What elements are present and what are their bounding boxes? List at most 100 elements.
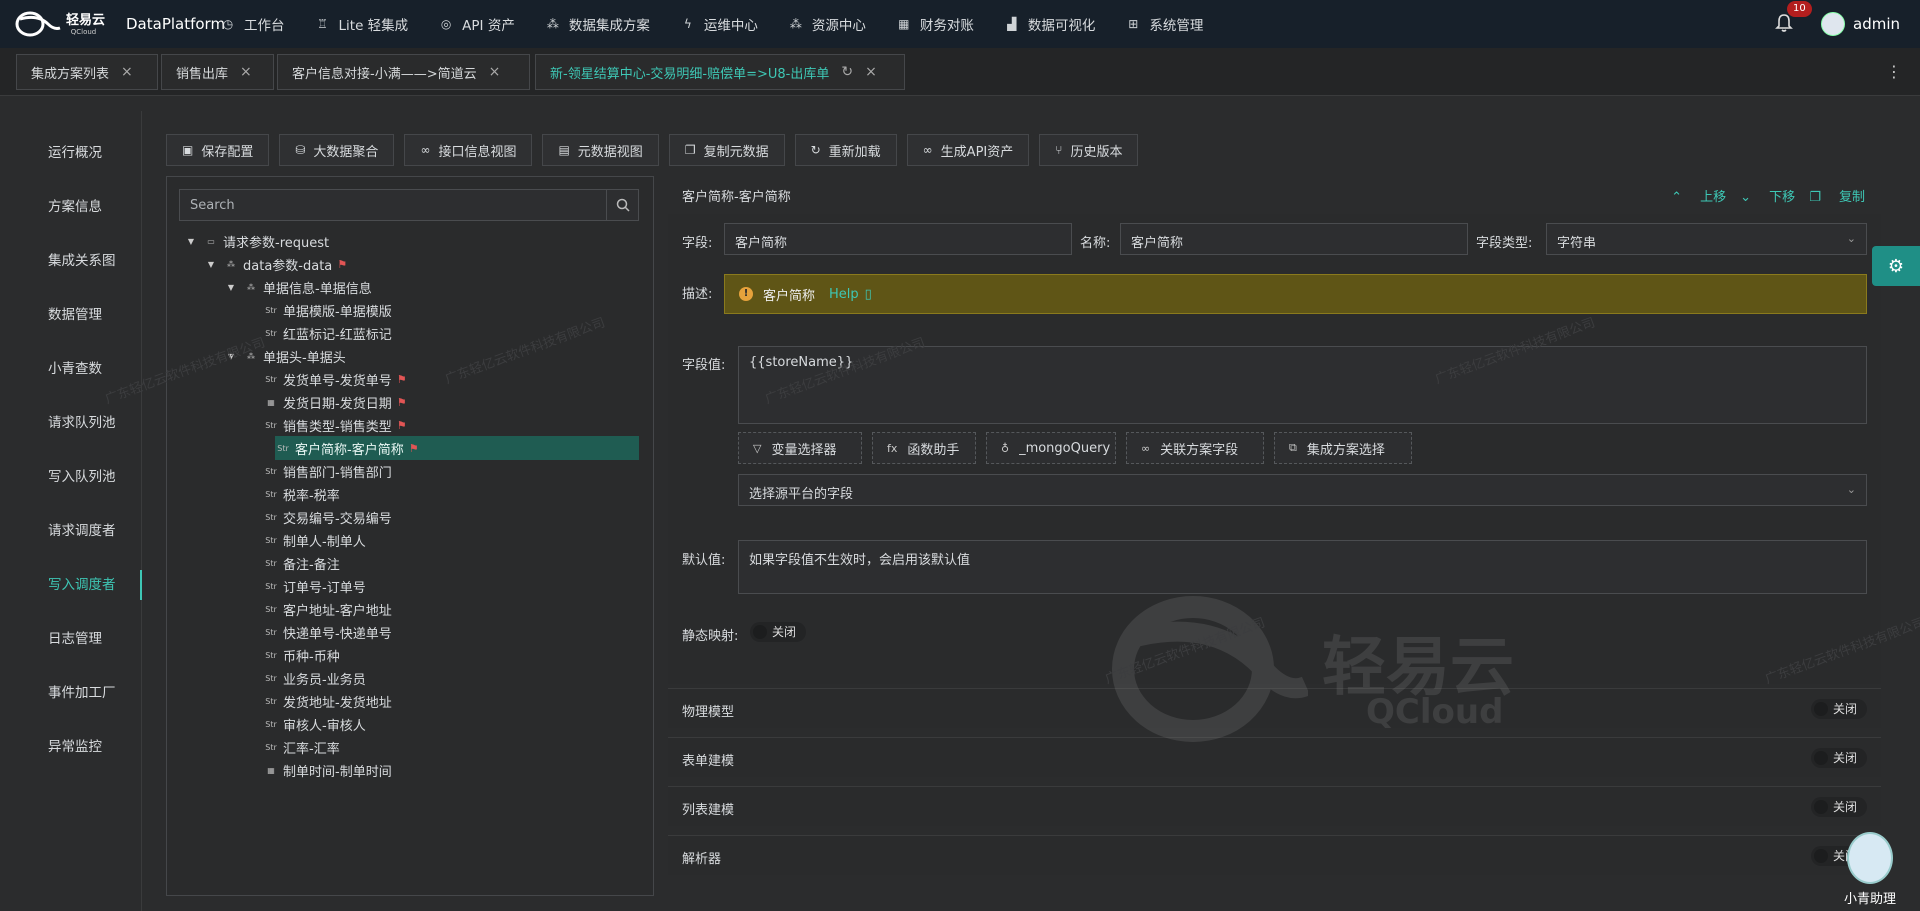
field-input[interactable]: 客户简称 <box>724 223 1072 255</box>
refresh-icon[interactable]: ↻ <box>841 64 853 80</box>
bulb-icon: ♁ <box>1001 441 1010 455</box>
sidebar-item-data-management[interactable]: 数据管理 <box>0 300 142 330</box>
tree-node[interactable]: ▼ ▭ 请求参数-request <box>185 229 329 253</box>
tab-solution-list[interactable]: 集成方案列表 × <box>16 54 158 90</box>
tree-node[interactable]: Str 汇率-汇率 <box>263 735 339 759</box>
sidebar-item-solution-info[interactable]: 方案信息 <box>0 192 142 222</box>
tree-node[interactable]: Str 税率-税率 <box>263 482 339 506</box>
nav-item-workbench[interactable]: ◷ 工作台 <box>221 14 285 34</box>
nav-item-integration[interactable]: ⁂ 数据集成方案 <box>546 14 650 34</box>
sidebar-item-overview[interactable]: 运行概况 <box>0 138 142 168</box>
tree-node[interactable]: Str 快递单号-快递单号 <box>263 620 391 644</box>
copy-metadata-button[interactable]: ❐ 复制元数据 <box>668 134 785 166</box>
caret-down-icon[interactable]: ▼ <box>225 283 237 292</box>
default-value-textarea[interactable]: 如果字段值不生效时，会启用该默认值 <box>738 540 1867 594</box>
button-label: 生成API资产 <box>940 144 1014 160</box>
close-icon[interactable]: × <box>121 64 133 80</box>
move-up-button[interactable]: ⌃ 上移 <box>1671 186 1726 205</box>
tab-active-solution[interactable]: 新-领星结算中心-交易明细-赔偿单=>U8-出库单 ↻ × <box>535 54 905 90</box>
tree-node[interactable]: Str 红蓝标记-红蓝标记 <box>263 321 391 345</box>
physical-model-toggle[interactable]: 关闭 <box>1811 699 1867 719</box>
metadata-view-button[interactable]: ▤ 元数据视图 <box>542 134 659 166</box>
tab-sales-outbound[interactable]: 销售出库 × <box>161 54 274 90</box>
move-down-button[interactable]: ⌄ 下移 <box>1740 186 1795 205</box>
nav-item-ops[interactable]: ϟ 运维中心 <box>681 14 758 34</box>
sidebar-item-xiaoqing-query[interactable]: 小青查数 <box>0 354 142 384</box>
tree-node[interactable]: ▦ 发货日期-发货日期 ⚑ <box>263 390 406 414</box>
assistant-widget[interactable]: 小青助理 <box>1840 832 1900 911</box>
solution-select-button[interactable]: ⧉ 集成方案选择 <box>1274 432 1412 464</box>
sidebar-item-logs[interactable]: 日志管理 <box>0 624 142 654</box>
nav-item-visualization[interactable]: ▟ 数据可视化 <box>1005 14 1095 34</box>
list-model-toggle[interactable]: 关闭 <box>1811 797 1867 817</box>
tree-node[interactable]: Str 备注-备注 <box>263 551 339 575</box>
static-map-toggle[interactable]: 关闭 <box>750 622 806 642</box>
function-helper-button[interactable]: fx 函数助手 <box>872 432 976 464</box>
tree-node[interactable]: Str 交易编号-交易编号 <box>263 505 391 529</box>
mongo-query-button[interactable]: ♁ _mongoQuery <box>986 432 1116 464</box>
related-field-button[interactable]: ∞ 关联方案字段 <box>1126 432 1264 464</box>
tree-node[interactable]: Str 销售部门-销售部门 <box>263 459 391 483</box>
history-versions-button[interactable]: ⑂ 历史版本 <box>1039 134 1139 166</box>
copy-icon: ❐ <box>684 143 696 157</box>
search-button[interactable] <box>606 190 638 220</box>
tree-node[interactable]: Str 币种-币种 <box>263 643 339 667</box>
tree-node-selected[interactable]: Str 客户简称-客户简称 ⚑ <box>275 436 639 460</box>
close-icon[interactable]: × <box>240 64 252 80</box>
sidebar-item-write-queue[interactable]: 写入队列池 <box>0 462 142 492</box>
close-icon[interactable]: × <box>865 64 877 80</box>
tree-node[interactable]: Str 销售类型-销售类型 ⚑ <box>263 413 406 437</box>
sidebar-item-request-queue[interactable]: 请求队列池 <box>0 408 142 438</box>
avatar[interactable] <box>1821 12 1845 36</box>
tree-node[interactable]: Str 发货地址-发货地址 <box>263 689 391 713</box>
variable-selector-button[interactable]: ▽ 变量选择器 <box>738 432 862 464</box>
tree-node[interactable]: Str 发货单号-发货单号 ⚑ <box>263 367 406 391</box>
sidebar-item-exception-monitor[interactable]: 异常监控 <box>0 732 142 762</box>
sidebar-item-relation-graph[interactable]: 集成关系图 <box>0 246 142 276</box>
source-field-select[interactable]: 选择源平台的字段 ⌄ <box>738 474 1867 506</box>
copy-button[interactable]: ❐ 复制 <box>1809 186 1865 205</box>
nav-item-finance[interactable]: ▦ 财务对账 <box>897 14 974 34</box>
nav-item-lite[interactable]: ♖ Lite 轻集成 <box>316 14 408 34</box>
tree-node[interactable]: Str 单据模版-单据模版 <box>263 298 391 322</box>
help-link[interactable]: Help <box>829 287 859 302</box>
sidebar-item-request-scheduler[interactable]: 请求调度者 <box>0 516 142 546</box>
more-vertical-icon[interactable]: ⋮ <box>1886 62 1902 81</box>
name-input[interactable]: 客户简称 <box>1120 223 1468 255</box>
generate-api-button[interactable]: ∞ 生成API资产 <box>906 134 1030 166</box>
tree-node[interactable]: ▼ ⁂ data参数-data ⚑ <box>205 252 347 276</box>
search-input[interactable]: Search <box>190 198 235 213</box>
document-icon[interactable]: ▯ <box>865 287 872 302</box>
caret-down-icon[interactable]: ▼ <box>185 237 197 246</box>
settings-gear-button[interactable]: ⚙ <box>1872 246 1920 286</box>
field-type-select[interactable]: 字符串 ⌄ <box>1546 223 1867 255</box>
save-config-button[interactable]: ▣ 保存配置 <box>166 134 270 166</box>
nav-item-resources[interactable]: ⁂ 资源中心 <box>789 14 866 34</box>
big-data-aggregate-button[interactable]: ⛁ 大数据聚合 <box>279 134 395 166</box>
close-icon[interactable]: × <box>489 64 501 80</box>
form-model-toggle[interactable]: 关闭 <box>1811 748 1867 768</box>
tree-node[interactable]: Str 制单人-制单人 <box>263 528 365 552</box>
caret-down-icon[interactable]: ▼ <box>205 260 217 269</box>
nav-item-system[interactable]: ⊞ 系统管理 <box>1126 14 1203 34</box>
tree-node[interactable]: Str 订单号-订单号 <box>263 574 365 598</box>
nav-item-api-assets[interactable]: ◎ API 资产 <box>439 14 515 34</box>
tree-node[interactable]: Str 审核人-审核人 <box>263 712 365 736</box>
section-parser[interactable]: 解析器 关闭 <box>668 835 1881 875</box>
reload-button[interactable]: ↻ 重新加载 <box>794 134 897 166</box>
notifications-button[interactable]: 10 <box>1775 1 1812 35</box>
nav-label: 系统管理 <box>1149 18 1204 34</box>
brand-logo[interactable]: 轻易云 QCloud <box>0 10 120 38</box>
tree-node[interactable]: ▼ ⁂ 单据信息-单据信息 <box>225 275 372 299</box>
sidebar-item-write-scheduler[interactable]: 写入调度者 <box>0 570 142 600</box>
tree-node[interactable]: Str 业务员-业务员 <box>263 666 365 690</box>
tree-node[interactable]: ▦ 制单时间-制单时间 <box>263 758 391 782</box>
tree-node[interactable]: Str 客户地址-客户地址 <box>263 597 391 621</box>
tab-customer-info[interactable]: 客户信息对接-小满——>简道云 × <box>277 54 530 90</box>
field-value-textarea[interactable]: {{storeName}} <box>738 346 1867 424</box>
section-list-model[interactable]: 列表建模 关闭 <box>668 786 1881 826</box>
interface-view-button[interactable]: ∞ 接口信息视图 <box>404 134 533 166</box>
tree-search[interactable]: Search <box>179 189 639 221</box>
sidebar-item-event-factory[interactable]: 事件加工厂 <box>0 678 142 708</box>
user-name[interactable]: admin <box>1853 15 1900 33</box>
